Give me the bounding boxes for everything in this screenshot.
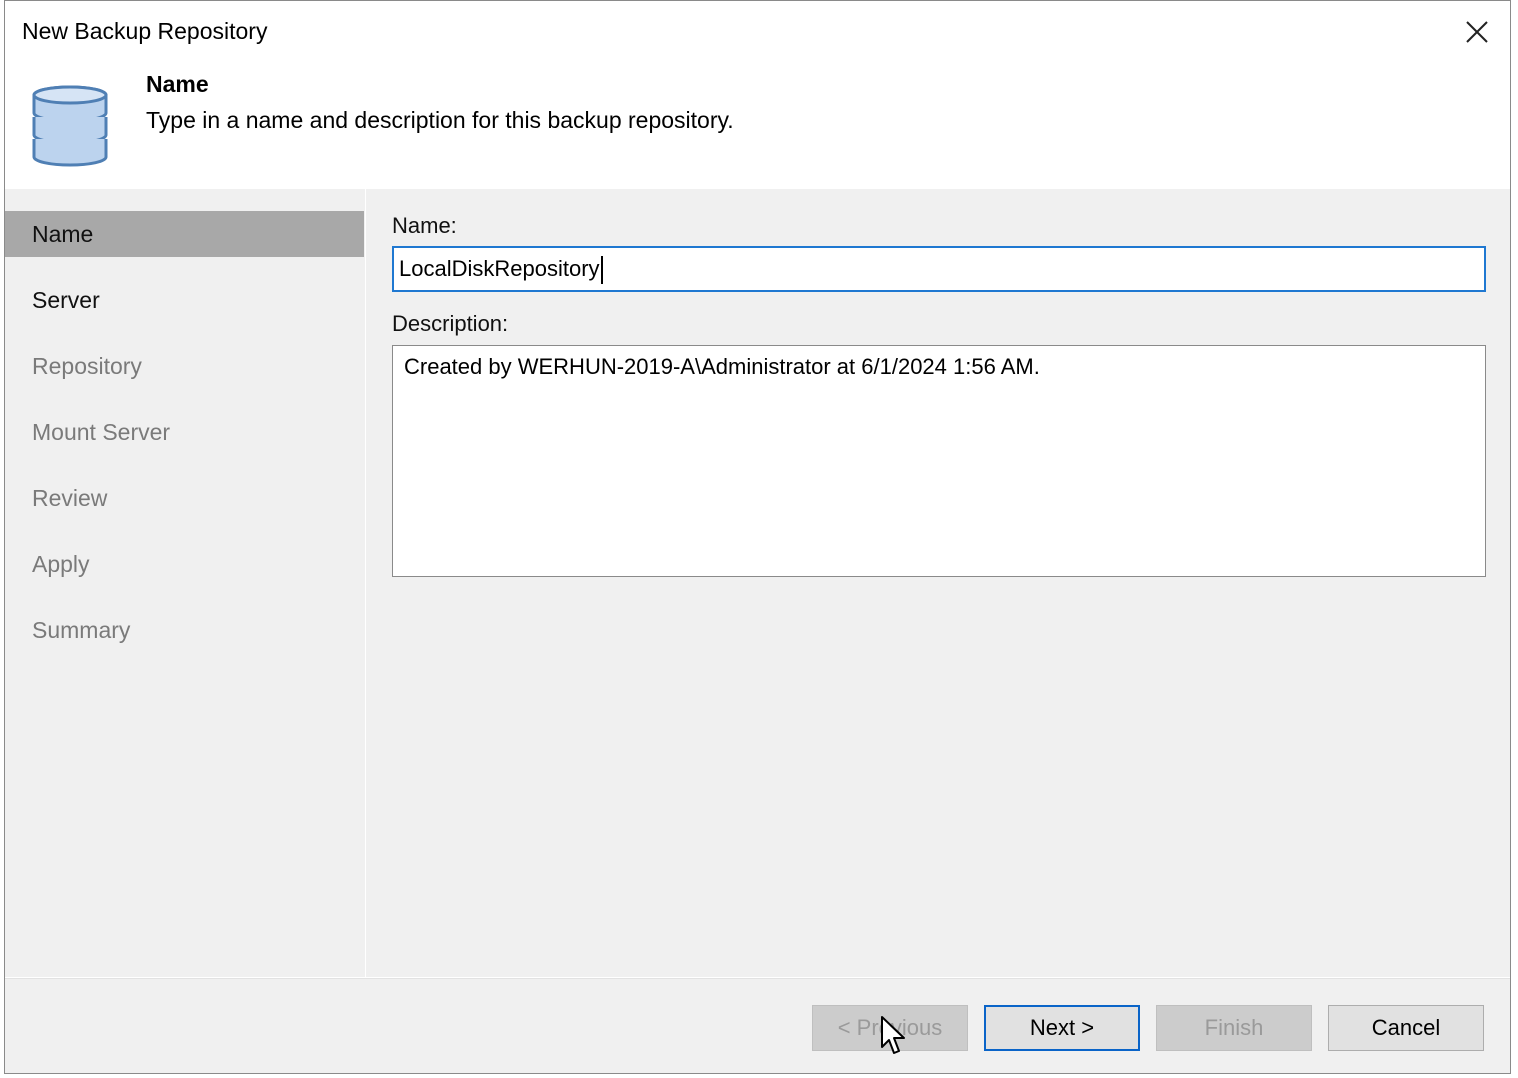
step-review: Review: [32, 485, 108, 511]
step-summary: Summary: [32, 617, 131, 643]
next-button[interactable]: Next >: [984, 1005, 1140, 1051]
step-repository: Repository: [32, 353, 142, 379]
step-content: Name: LocalDiskRepository Description: C…: [366, 189, 1510, 977]
name-input[interactable]: LocalDiskRepository: [392, 246, 1486, 292]
description-textarea[interactable]: Created by WERHUN-2019-A\Administrator a…: [392, 345, 1486, 577]
step-mount-server: Mount Server: [32, 419, 171, 445]
finish-button[interactable]: Finish: [1156, 1005, 1312, 1051]
step-server[interactable]: Server: [5, 277, 364, 323]
name-label: Name:: [392, 213, 457, 238]
close-button[interactable]: [1454, 9, 1500, 55]
step-apply: Apply: [32, 551, 90, 577]
step-description: Type in a name and description for this …: [146, 107, 734, 133]
wizard-steps: Name Server Repository Mount Server Revi…: [5, 189, 365, 977]
name-input-value: LocalDiskRepository: [399, 256, 600, 281]
close-icon: [1466, 21, 1488, 43]
database-icon: [31, 85, 109, 182]
title-bar[interactable]: New Backup Repository: [5, 1, 1510, 63]
step-name[interactable]: Name: [5, 211, 364, 257]
wizard-header: Name Type in a name and description for …: [5, 63, 1510, 189]
window-title: New Backup Repository: [22, 18, 268, 44]
step-title: Name: [146, 71, 209, 97]
wizard-footer: < Previous Next > Finish Cancel: [5, 978, 1510, 1073]
cancel-button[interactable]: Cancel: [1328, 1005, 1484, 1051]
description-label: Description:: [392, 311, 509, 336]
mouse-pointer-icon: [880, 1015, 908, 1062]
description-value: Created by WERHUN-2019-A\Administrator a…: [404, 354, 1040, 379]
dialog-window: New Backup Repository Name Type in a nam…: [4, 0, 1511, 1074]
text-caret: [600, 256, 603, 285]
